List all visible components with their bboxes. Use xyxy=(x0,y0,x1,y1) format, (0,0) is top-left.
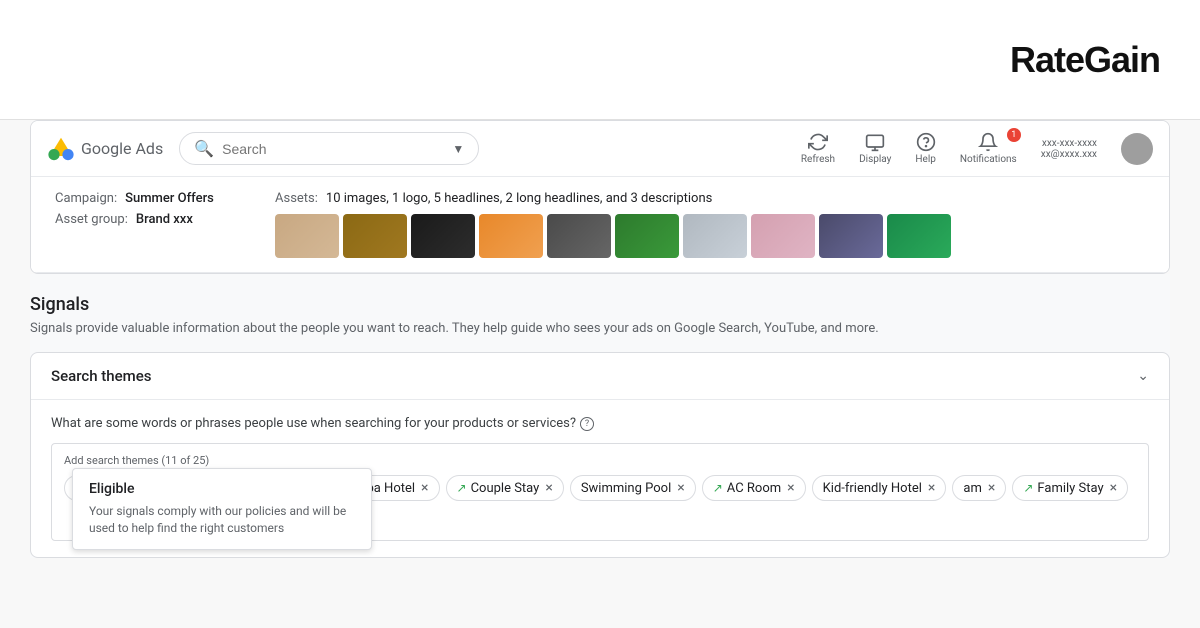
asset-group-label: Asset group: xyxy=(55,212,128,227)
thumbnail-1[interactable] xyxy=(275,214,339,258)
trend-icon: ↗ xyxy=(1023,481,1033,495)
assets-header: Assets: 10 images, 1 logo, 5 headlines, … xyxy=(275,191,951,206)
chip-label: Kid-friendly Hotel xyxy=(823,481,922,496)
trend-icon: ↗ xyxy=(713,481,723,495)
thumbnail-2[interactable] xyxy=(343,214,407,258)
eligible-tooltip: Eligible Your signals comply with our po… xyxy=(72,468,372,550)
campaign-value: Summer Offers xyxy=(125,191,214,206)
notifications-button[interactable]: 1 Notifications xyxy=(960,132,1017,165)
help-button[interactable]: Help xyxy=(915,132,935,165)
question-text: What are some words or phrases people us… xyxy=(51,416,576,431)
campaign-area: Campaign: Summer Offers Asset group: Bra… xyxy=(31,177,1169,273)
signals-description: Signals provide valuable information abo… xyxy=(30,321,1170,336)
chip-close-icon[interactable]: × xyxy=(545,480,552,496)
help-label: Help xyxy=(915,154,935,165)
chip-swimming-pool[interactable]: Swimming Pool × xyxy=(570,475,696,501)
google-ads-logo-text: Google Ads xyxy=(81,139,163,158)
thumbnail-4[interactable] xyxy=(479,214,543,258)
rategain-logo: RateGain xyxy=(1010,39,1160,81)
eligible-desc: Your signals comply with our policies an… xyxy=(89,503,355,537)
card-header: Search themes ⌄ xyxy=(31,353,1169,400)
asset-group-value: Brand xxx xyxy=(136,212,193,227)
campaign-meta: Campaign: Summer Offers Asset group: Bra… xyxy=(55,191,235,227)
signals-title: Signals xyxy=(30,294,1170,315)
search-bar[interactable]: 🔍 ▼ xyxy=(179,132,479,165)
thumbnail-9[interactable] xyxy=(819,214,883,258)
chip-label: am xyxy=(963,481,981,496)
thumbnail-6[interactable] xyxy=(615,214,679,258)
trend-icon: ↗ xyxy=(457,481,467,495)
assets-label: Assets: xyxy=(275,191,318,206)
display-button[interactable]: Display xyxy=(859,132,891,165)
top-bar: RateGain xyxy=(0,0,1200,120)
thumbnail-7[interactable] xyxy=(683,214,747,258)
themes-count-label: Add search themes (11 of 25) xyxy=(64,454,1136,467)
assets-section: Assets: 10 images, 1 logo, 5 headlines, … xyxy=(275,191,951,258)
chip-label: AC Room xyxy=(727,481,781,496)
themes-input-area: Add search themes (11 of 25) ↗ Summer Ho… xyxy=(51,443,1149,541)
chevron-down-icon: ▼ xyxy=(452,142,464,156)
search-icon: 🔍 xyxy=(194,139,214,158)
help-icon-question[interactable]: ? xyxy=(580,417,594,431)
display-icon xyxy=(865,132,885,152)
thumbnail-10[interactable] xyxy=(887,214,951,258)
search-themes-card: Search themes ⌄ What are some words or p… xyxy=(30,352,1170,558)
nav-actions: Refresh Display Help xyxy=(801,132,1153,165)
user-info: xxx-xxx-xxxx xx@xxxx.xxx xyxy=(1041,138,1097,160)
user-email: xx@xxxx.xxx xyxy=(1041,149,1097,160)
search-themes-question: What are some words or phrases people us… xyxy=(51,416,1149,431)
asset-group-row: Asset group: Brand xxx xyxy=(55,212,235,227)
notifications-label: Notifications xyxy=(960,154,1017,165)
eligible-title: Eligible xyxy=(89,481,355,497)
refresh-button[interactable]: Refresh xyxy=(801,132,835,165)
google-ads-nav: Google Ads 🔍 ▼ Refresh xyxy=(31,121,1169,177)
assets-text: 10 images, 1 logo, 5 headlines, 2 long h… xyxy=(326,191,712,206)
campaign-row: Campaign: Summer Offers xyxy=(55,191,235,206)
refresh-icon xyxy=(808,132,828,152)
user-phone: xxx-xxx-xxxx xyxy=(1042,138,1097,149)
thumbnail-8[interactable] xyxy=(751,214,815,258)
google-ads-container: Google Ads 🔍 ▼ Refresh xyxy=(30,120,1170,274)
assets-thumbnails xyxy=(275,214,951,258)
refresh-label: Refresh xyxy=(801,154,835,165)
card-body: What are some words or phrases people us… xyxy=(31,400,1169,557)
chip-close-icon[interactable]: × xyxy=(421,480,428,496)
collapse-button[interactable]: ⌄ xyxy=(1137,368,1149,384)
chip-close-icon[interactable]: × xyxy=(1110,480,1117,496)
avatar[interactable] xyxy=(1121,133,1153,165)
chip-close-icon[interactable]: × xyxy=(787,480,794,496)
chip-couple-stay[interactable]: ↗ Couple Stay × xyxy=(446,475,564,501)
thumbnail-3[interactable] xyxy=(411,214,475,258)
chip-partial[interactable]: am × xyxy=(952,475,1006,501)
main-content: Signals Signals provide valuable informa… xyxy=(30,274,1170,558)
chip-ac-room[interactable]: ↗ AC Room × xyxy=(702,475,806,501)
chip-label: Swimming Pool xyxy=(581,481,671,496)
chip-label: Couple Stay xyxy=(471,481,540,496)
google-ads-logo: Google Ads xyxy=(47,135,163,163)
help-icon xyxy=(916,132,936,152)
thumbnail-5[interactable] xyxy=(547,214,611,258)
google-ads-logo-icon xyxy=(47,135,75,163)
chip-label: Family Stay xyxy=(1037,481,1103,496)
notification-badge: 1 xyxy=(1007,128,1021,142)
chip-family-stay[interactable]: ↗ Family Stay × xyxy=(1012,475,1128,501)
chip-kid-friendly-hotel[interactable]: Kid-friendly Hotel × xyxy=(812,475,947,501)
chip-close-icon[interactable]: × xyxy=(928,480,935,496)
display-label: Display xyxy=(859,154,891,165)
chip-close-icon[interactable]: × xyxy=(988,480,995,496)
search-input[interactable] xyxy=(222,141,444,157)
card-title: Search themes xyxy=(51,367,151,385)
campaign-label: Campaign: xyxy=(55,191,117,206)
chip-close-icon[interactable]: × xyxy=(677,480,684,496)
bell-icon xyxy=(978,132,998,152)
